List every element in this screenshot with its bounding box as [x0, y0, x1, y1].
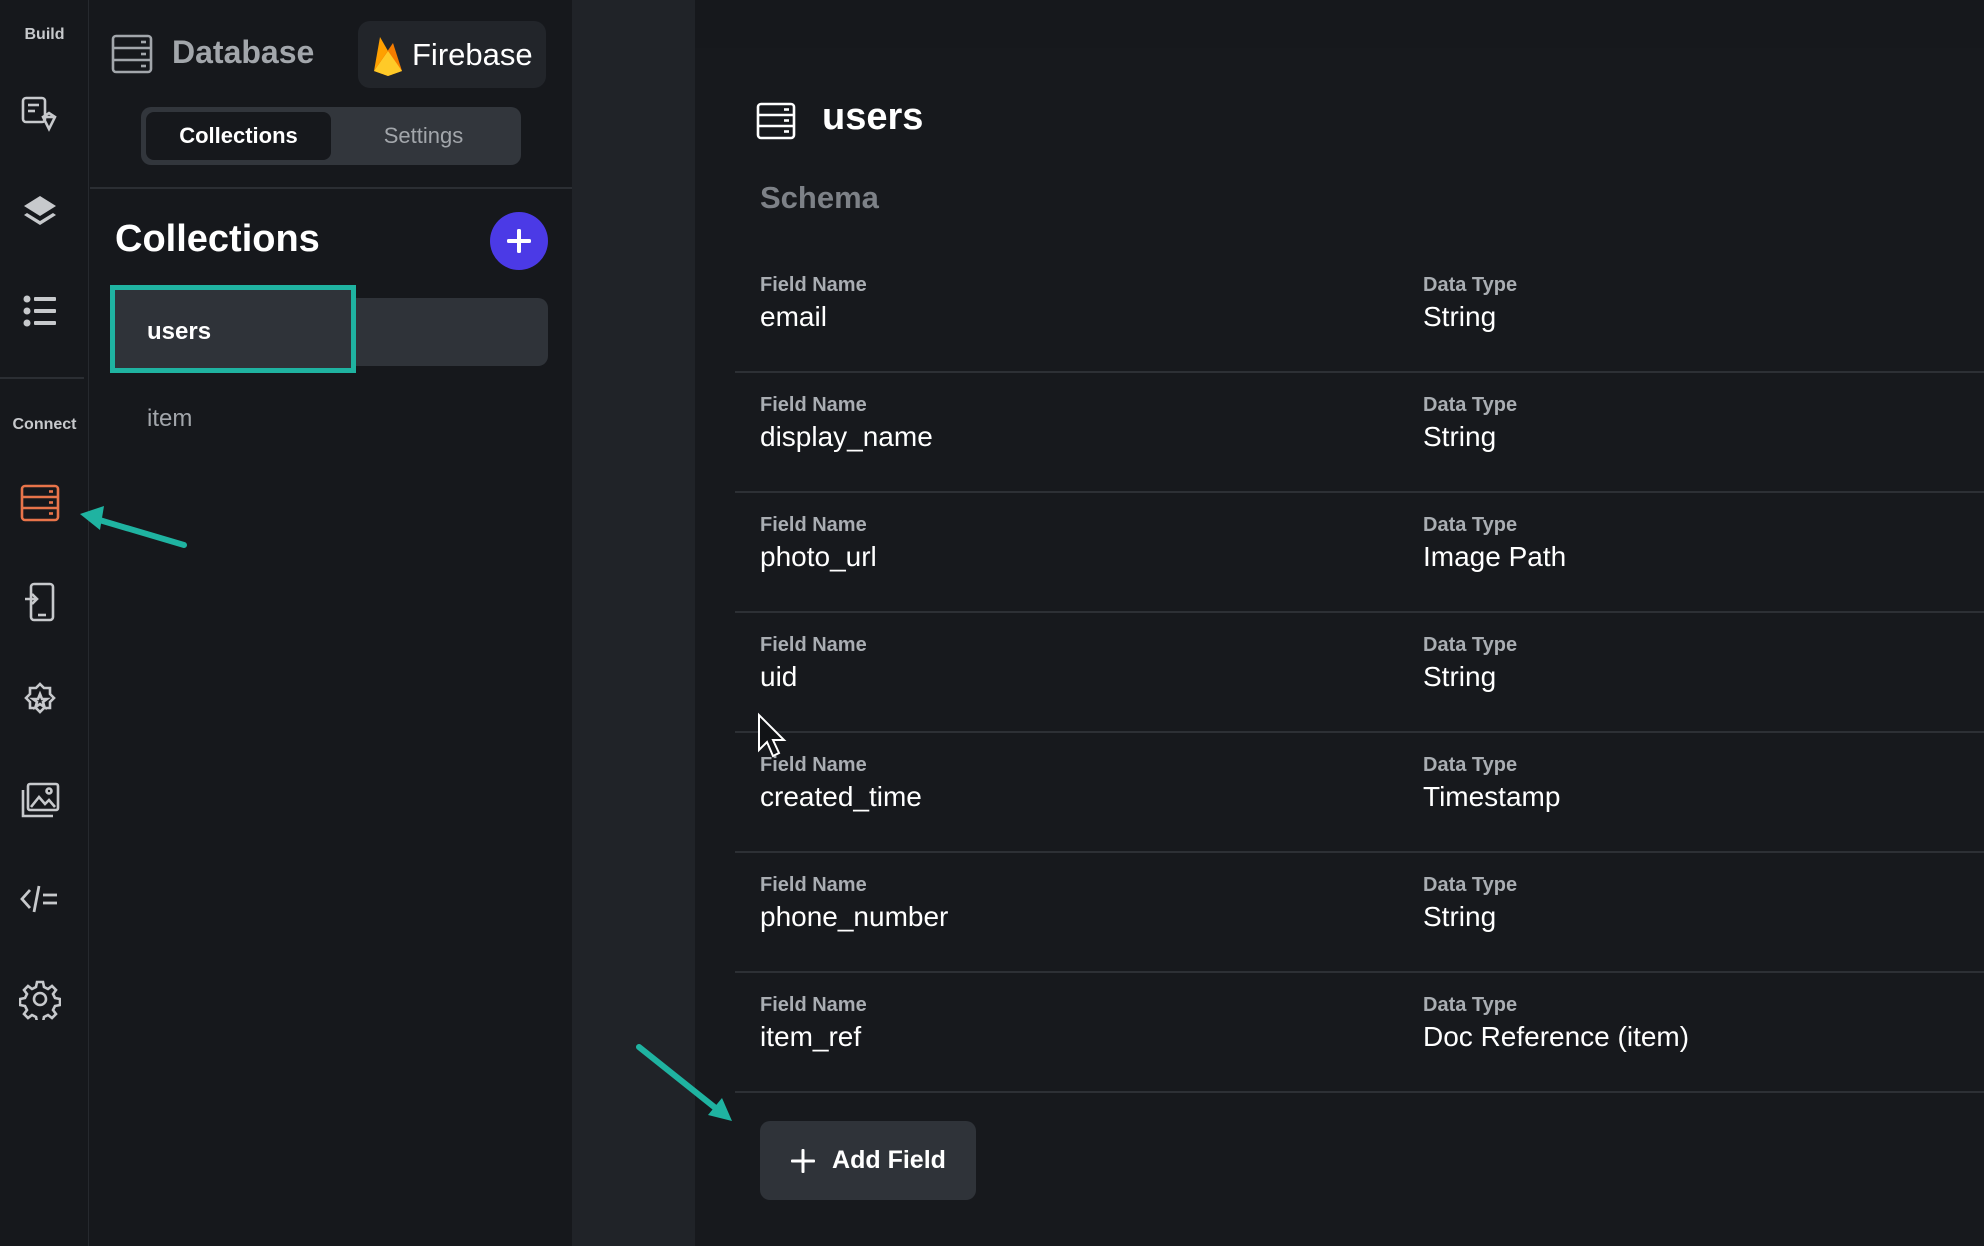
- data-type-label: Data Type: [1423, 514, 1518, 536]
- schema-field-row[interactable]: Field Name created_time Data Type Timest…: [735, 733, 1984, 853]
- field-name-value: uid: [760, 661, 798, 692]
- nav-rail: Build Connect: [0, 0, 89, 1246]
- schema-field-row[interactable]: Field Name item_ref Data Type Doc Refere…: [735, 973, 1984, 1093]
- collection-item-users[interactable]: users: [147, 318, 211, 346]
- collections-panel: Database Firebase Collections Settings C…: [90, 0, 572, 1246]
- field-name-value: email: [760, 301, 827, 332]
- field-name-value: created_time: [760, 781, 922, 812]
- schema-card: users Schema Field Name email Data Type …: [695, 48, 1984, 1246]
- field-name-value: item_ref: [760, 1021, 862, 1052]
- schema-heading: Schema: [760, 180, 879, 215]
- plus-icon: [507, 229, 531, 253]
- widget-palette-icon[interactable]: [16, 90, 64, 138]
- media-assets-icon[interactable]: [16, 776, 64, 824]
- field-name-label: Field Name: [760, 274, 867, 296]
- plus-icon: [791, 1148, 816, 1173]
- field-name-label: Field Name: [760, 754, 867, 776]
- panel-tabs: Collections Settings: [141, 107, 521, 165]
- firebase-flame-icon: [374, 36, 402, 76]
- collection-table-icon: [756, 102, 796, 140]
- tab-collections[interactable]: Collections: [146, 112, 331, 160]
- data-type-value: String: [1423, 901, 1497, 932]
- custom-code-icon[interactable]: [16, 875, 64, 923]
- content-gutter: [572, 0, 695, 1246]
- integrations-gear-icon[interactable]: [16, 677, 64, 725]
- firebase-provider-chip[interactable]: Firebase: [358, 21, 546, 88]
- data-type-value: String: [1423, 661, 1497, 692]
- panel-divider: [90, 187, 572, 189]
- list-icon[interactable]: [16, 287, 64, 335]
- schema-field-row[interactable]: Field Name photo_url Data Type Image Pat…: [735, 493, 1984, 613]
- schema-field-list: Field Name email Data Type String Field …: [735, 253, 1984, 1093]
- field-name-value: phone_number: [760, 901, 949, 932]
- panel-title: Database: [172, 34, 315, 70]
- data-type-label: Data Type: [1423, 394, 1518, 416]
- add-field-button[interactable]: Add Field: [760, 1121, 976, 1200]
- data-type-label: Data Type: [1423, 874, 1518, 896]
- settings-gear-icon[interactable]: [16, 975, 64, 1023]
- app-details-icon[interactable]: [16, 578, 64, 626]
- add-collection-button[interactable]: [490, 212, 548, 270]
- data-type-label: Data Type: [1423, 634, 1518, 656]
- firebase-label: Firebase: [412, 36, 533, 72]
- data-type-value: String: [1423, 421, 1497, 452]
- field-name-label: Field Name: [760, 634, 867, 656]
- layers-icon[interactable]: [16, 188, 64, 236]
- field-name-label: Field Name: [760, 874, 867, 896]
- data-type-label: Data Type: [1423, 994, 1518, 1016]
- data-type-label: Data Type: [1423, 274, 1518, 296]
- database-header-icon: [111, 34, 153, 74]
- field-name-value: display_name: [760, 421, 933, 452]
- build-section-label: Build: [24, 26, 65, 43]
- schema-field-row[interactable]: Field Name uid Data Type String: [735, 613, 1984, 733]
- data-type-value: Doc Reference (item): [1423, 1021, 1690, 1052]
- connect-section-label: Connect: [12, 416, 77, 433]
- field-name-label: Field Name: [760, 514, 867, 536]
- data-type-value: Timestamp: [1423, 781, 1561, 812]
- field-name-label: Field Name: [760, 394, 867, 416]
- data-type-value: String: [1423, 301, 1497, 332]
- field-name-label: Field Name: [760, 994, 867, 1016]
- collection-item-item[interactable]: item: [147, 405, 192, 433]
- schema-field-row[interactable]: Field Name email Data Type String: [735, 253, 1984, 373]
- field-name-value: photo_url: [760, 541, 877, 572]
- rail-divider: [0, 377, 84, 379]
- schema-field-row[interactable]: Field Name display_name Data Type String: [735, 373, 1984, 493]
- schema-field-row[interactable]: Field Name phone_number Data Type String: [735, 853, 1984, 973]
- data-type-label: Data Type: [1423, 754, 1518, 776]
- collection-title: users: [822, 96, 924, 138]
- add-field-label: Add Field: [832, 1146, 946, 1174]
- data-type-value: Image Path: [1423, 541, 1567, 572]
- database-icon[interactable]: [16, 479, 64, 527]
- collections-heading: Collections: [115, 218, 320, 260]
- tab-settings[interactable]: Settings: [331, 112, 516, 160]
